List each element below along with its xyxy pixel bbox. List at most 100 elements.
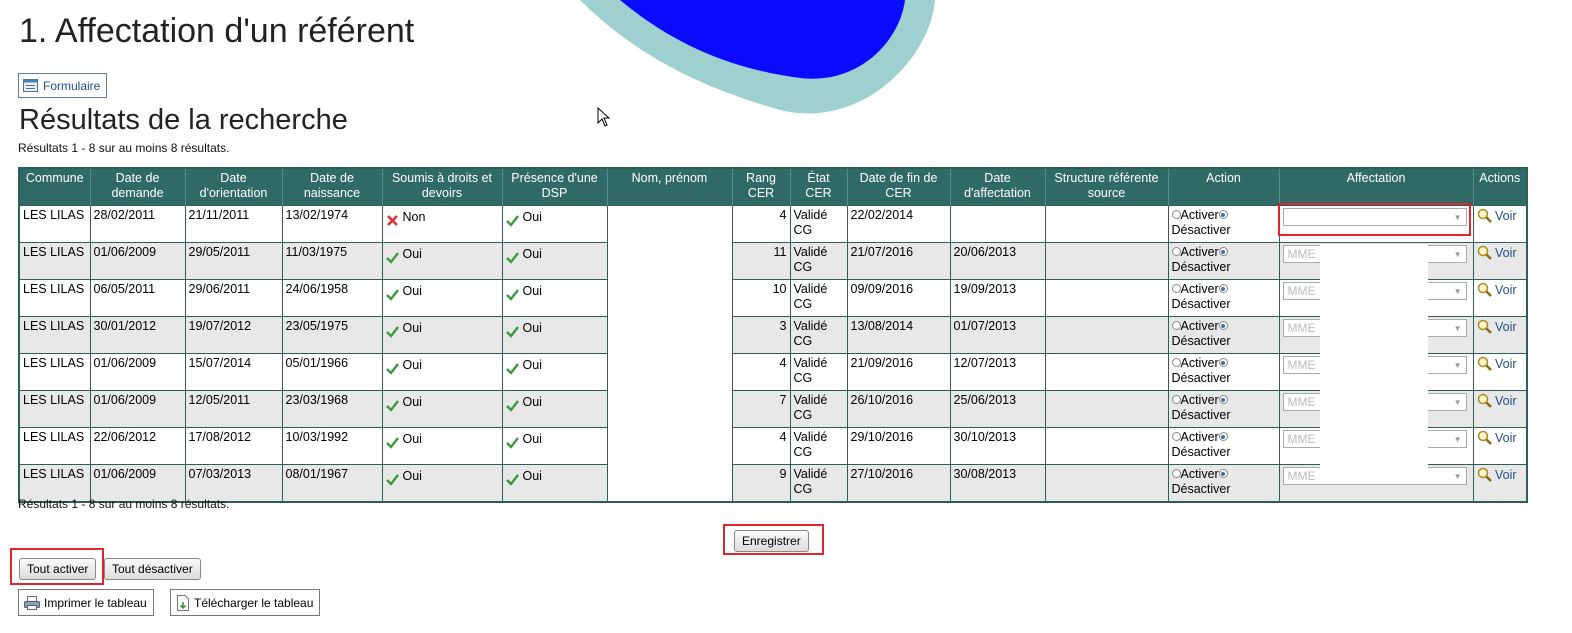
page-title: 1. Affectation d'un référent [19,12,415,50]
cell-dsp-label: Oui [522,247,542,261]
cell-action: Activer Désactiver [1167,279,1280,317]
cell-nom-prenom [606,205,733,243]
cell-soumis: Oui [381,427,503,465]
deactivate-radio[interactable] [1218,284,1228,293]
header-affectation: Affectation [1278,168,1473,206]
cell-soumis-label: Oui [402,284,422,298]
print-table-button[interactable]: Imprimer le tableau [18,589,154,616]
cross-icon [386,215,398,226]
cell-dsp-label: Oui [522,358,542,372]
activate-radio[interactable] [1171,432,1181,441]
activate-radio[interactable] [1171,284,1181,293]
cell-date-demande: 28/02/2011 [89,205,186,243]
activate-radio-label: Activer [1180,356,1219,370]
cell-action: Activer Désactiver [1167,242,1280,280]
cell-etat-cer: Validé CG [789,316,848,354]
cell-nom-prenom [606,316,733,354]
cell-structure-referente [1044,279,1169,317]
activate-radio-label: Activer [1180,319,1219,333]
cell-soumis: Oui [381,464,503,503]
cell-dsp-label: Oui [522,432,542,446]
cell-nom-prenom [606,390,733,428]
view-link[interactable]: Voir [1495,283,1517,297]
header-date-affectation: Date d'affectation [949,168,1045,206]
activate-all-button[interactable]: Tout activer [19,558,97,580]
view-link[interactable]: Voir [1495,357,1517,371]
cell-commune: LES LILAS [18,279,91,317]
cell-structure-referente [1044,464,1169,503]
activate-radio[interactable] [1171,247,1181,256]
cell-date-naissance: 24/06/1958 [281,279,383,317]
cell-action: Activer Désactiver [1167,427,1280,465]
deactivate-radio[interactable] [1218,395,1228,404]
header-rang-cer: Rang CER [731,168,790,206]
cell-etat-cer: Validé CG [789,279,848,317]
activate-radio-label: Activer [1180,393,1219,407]
view-link[interactable]: Voir [1495,209,1517,223]
header-dsp: Présence d'une DSP [501,168,607,206]
cell-soumis: Oui [381,316,503,354]
cell-commune: LES LILAS [18,316,91,354]
deactivate-radio-label: Désactiver [1171,371,1231,385]
save-button[interactable]: Enregistrer [734,530,809,552]
cell-date-orientation: 19/07/2012 [184,316,283,354]
decorative-blob-graphic [580,0,935,114]
header-etat-cer: État CER [789,168,847,206]
cell-date-naissance: 08/01/1967 [281,464,383,503]
form-toggle-button[interactable]: Formulaire [18,73,108,98]
view-link[interactable]: Voir [1495,246,1517,260]
affectation-value: MME [1287,394,1316,409]
activate-radio[interactable] [1171,321,1181,330]
cell-soumis: Oui [381,242,503,280]
cell-date-orientation: 21/11/2011 [184,205,283,243]
deactivate-radio-label: Désactiver [1171,260,1231,274]
download-file-icon [177,594,189,611]
deactivate-radio[interactable] [1218,432,1228,441]
deactivate-all-button[interactable]: Tout désactiver [104,558,201,580]
view-link[interactable]: Voir [1495,320,1517,334]
cell-actions: Voir [1472,205,1528,243]
deactivate-radio[interactable] [1218,247,1228,256]
cell-rang-cer: 9 [731,464,791,503]
magnifier-icon [1477,356,1492,371]
view-link[interactable]: Voir [1495,468,1517,482]
activate-radio[interactable] [1171,395,1181,404]
cell-actions: Voir [1472,279,1528,317]
cell-date-demande: 30/01/2012 [89,316,186,354]
cell-date-affectation: 12/07/2013 [949,353,1046,391]
cell-nom-prenom [606,464,733,502]
affectation-select[interactable]: ▼ [1282,208,1467,226]
cell-date-fin-cer: 26/10/2016 [846,390,951,428]
download-table-button[interactable]: Télécharger le tableau [170,589,321,616]
form-toggle-label: Formulaire [43,78,101,93]
activate-radio[interactable] [1171,469,1181,478]
cell-rang-cer: 4 [731,205,791,243]
cell-dsp: Oui [501,464,608,503]
magnifier-icon [1477,467,1492,482]
cell-date-orientation: 15/07/2014 [184,353,283,391]
deactivate-radio-label: Désactiver [1171,408,1231,422]
cell-soumis: Oui [381,390,503,428]
activate-radio-label: Activer [1180,208,1219,222]
cell-etat-cer: Validé CG [789,242,848,280]
view-link[interactable]: Voir [1495,431,1517,445]
deactivate-radio[interactable] [1218,210,1228,219]
cell-action: Activer Désactiver [1167,353,1280,391]
deactivate-radio[interactable] [1218,358,1228,367]
deactivate-radio[interactable] [1218,469,1228,478]
table-row: LES LILAS 01/06/2009 15/07/2014 05/01/1966 O… [18,353,1528,391]
cell-date-fin-cer: 27/10/2016 [846,464,951,503]
results-heading: Résultats de la recherche [19,104,348,136]
cell-date-naissance: 13/02/1974 [281,205,383,243]
cell-date-affectation: 30/10/2013 [949,427,1046,465]
activate-radio-label: Activer [1180,245,1219,259]
view-link[interactable]: Voir [1495,394,1517,408]
cell-etat-cer: Validé CG [789,427,848,465]
activate-radio[interactable] [1171,358,1181,367]
activate-radio[interactable] [1171,210,1181,219]
check-icon [505,326,519,338]
cell-structure-referente [1044,353,1169,391]
deactivate-radio[interactable] [1218,321,1228,330]
cell-nom-prenom [606,279,733,317]
cell-soumis-label: Oui [402,358,422,372]
